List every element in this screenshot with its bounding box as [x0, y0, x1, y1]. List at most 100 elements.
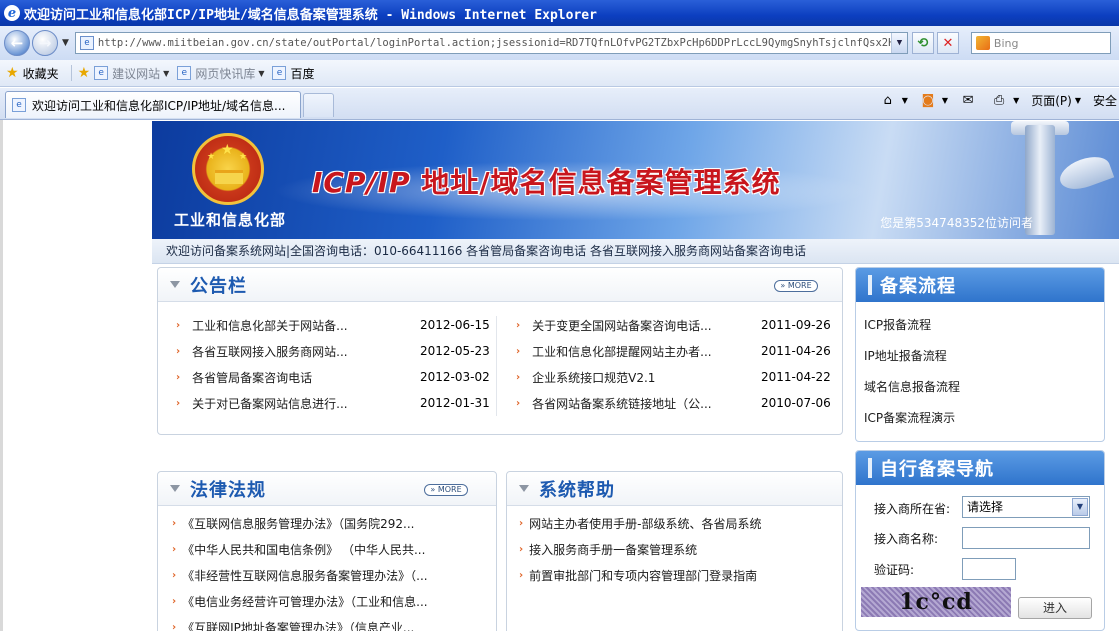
address-bar[interactable]: e http://www.miitbeian.gov.cn/state/outP… [74, 32, 908, 54]
help-link[interactable]: 前置审批部门和专项内容管理部门登录指南 [529, 567, 757, 584]
feeds-button[interactable]: ◙ ▼ [920, 93, 948, 109]
print-button[interactable]: ⎙ ▼ [991, 93, 1019, 109]
list-item[interactable]: › 各省管局备案咨询电话 [176, 364, 312, 390]
help-link[interactable]: 网站主办者使用手册-部级系统、各省局系统 [529, 515, 761, 532]
address-url[interactable]: http://www.miitbeian.gov.cn/state/outPor… [98, 37, 891, 49]
list-item[interactable]: › 《互联网IP地址备案管理办法》（信息产业... [172, 614, 414, 631]
more-button[interactable]: » MORE [424, 484, 468, 496]
provider-name-input[interactable] [962, 527, 1090, 549]
news-title[interactable]: 关于变更全国网站备案咨询电话... [532, 317, 711, 334]
self-filing-panel: 自行备案导航 接入商所在省: 请选择 ▼ 接入商名称: 验证码: 1c°cd 进… [855, 450, 1105, 631]
news-title[interactable]: 各省互联网接入服务商网站... [192, 343, 347, 360]
law-title[interactable]: 《非经营性互联网信息服务备案管理办法》（... [182, 567, 427, 584]
list-item[interactable]: › 《中华人民共和国电信条例》 （中华人民共... [172, 536, 425, 562]
tab-current[interactable]: e 欢迎访问工业和信息化部ICP/IP地址/域名信息... [5, 91, 301, 118]
refresh-button[interactable]: ⟲ [911, 32, 934, 54]
collapse-arrow-icon [170, 485, 180, 492]
announcements-panel: 公告栏 » MORE › 工业和信息化部关于网站备... › 各省互联网接入服务商网… [157, 267, 843, 435]
bullet-icon: › [172, 595, 177, 607]
dropdown-arrow-icon: ▼ [1013, 96, 1020, 105]
list-item[interactable]: › 前置审批部门和专项内容管理部门登录指南 [519, 562, 757, 588]
navigation-bar: ← → ▼ e http://www.miitbeian.gov.cn/stat… [0, 26, 1119, 60]
news-title[interactable]: 关于对已备案网站信息进行... [192, 395, 347, 412]
site-banner: ★ ★ ★ 工业和信息化部 ICP/IP 地址/域名信息备案管理系统 您是第53… [152, 121, 1119, 239]
web-slice-icon: e [177, 66, 192, 80]
dropdown-arrow-icon: ▼ [163, 68, 170, 78]
recent-pages-dropdown[interactable]: ▼ [62, 38, 69, 48]
forward-arrow-icon: → [38, 34, 52, 52]
process-link-ip[interactable]: IP地址报备流程 [864, 347, 947, 364]
favorite-web-slice[interactable]: e 网页快讯库 ▼ [177, 65, 264, 82]
law-title[interactable]: 《互联网IP地址备案管理办法》（信息产业... [182, 619, 414, 631]
captcha-input[interactable] [962, 558, 1016, 580]
bullet-icon: › [172, 621, 177, 631]
list-item[interactable]: › 各省网站备案系统链接地址（公... [516, 390, 712, 416]
page-left-border [0, 120, 3, 631]
favorite-suggested-sites[interactable]: e 建议网站 ▼ [94, 65, 169, 82]
visitor-counter: 您是第534748352位访问者 [880, 216, 1033, 230]
help-link[interactable]: 接入服务商手册一备案管理系统 [529, 541, 697, 558]
mail-button[interactable]: ✉ [960, 93, 979, 109]
news-title[interactable]: 企业系统接口规范V2.1 [532, 369, 655, 386]
province-select[interactable]: 请选择 ▼ [962, 496, 1090, 518]
panel-header: 系统帮助 [507, 472, 842, 506]
enter-button[interactable]: 进入 [1018, 597, 1092, 619]
stop-button[interactable]: ✕ [936, 32, 959, 54]
dropdown-arrow-icon: ▼ [1074, 96, 1081, 105]
process-link-domain[interactable]: 域名信息报备流程 [864, 378, 960, 395]
welcome-bar: 欢迎访问备案系统网站|全国咨询电话：010-66411166 各省管局备案咨询电… [152, 239, 1119, 264]
captcha-image[interactable]: 1c°cd [861, 587, 1011, 617]
process-link-icp[interactable]: ICP报备流程 [864, 316, 931, 333]
tab-title: 欢迎访问工业和信息化部ICP/IP地址/域名信息... [32, 98, 286, 113]
provider-name-label: 接入商名称: [874, 532, 939, 546]
home-button[interactable]: ⌂ ▼ [880, 93, 908, 109]
list-item[interactable]: › 网站主办者使用手册-部级系统、各省局系统 [519, 510, 761, 536]
rss-icon: ◙ [921, 93, 935, 108]
emblem-star: ★ [207, 152, 216, 162]
back-button[interactable]: ← [4, 30, 30, 56]
list-item[interactable]: › 关于变更全国网站备案咨询电话... [516, 312, 712, 338]
bullet-icon: › [176, 319, 181, 331]
ie-logo-icon: e [4, 5, 20, 21]
list-item[interactable]: › 工业和信息化部提醒网站主办者... [516, 338, 712, 364]
national-emblem-icon: ★ ★ ★ [192, 133, 264, 205]
process-link-demo[interactable]: ICP备案流程演示 [864, 409, 955, 426]
add-favorite-icon[interactable]: ★ [78, 65, 91, 81]
refresh-icon: ⟲ [917, 35, 929, 51]
law-title[interactable]: 《互联网信息服务管理办法》（国务院292... [182, 515, 414, 532]
pillar-wing-decoration [1055, 150, 1115, 196]
news-title[interactable]: 各省网站备案系统链接地址（公... [532, 395, 711, 412]
law-title[interactable]: 《电信业务经营许可管理办法》（工业和信息... [182, 593, 427, 610]
news-date: 2010-07-06 [761, 396, 831, 410]
news-title[interactable]: 各省管局备案咨询电话 [192, 369, 312, 386]
list-item[interactable]: › 接入服务商手册一备案管理系统 [519, 536, 697, 562]
process-title: 备案流程 [880, 276, 956, 297]
new-tab-button[interactable] [303, 93, 334, 117]
news-title[interactable]: 工业和信息化部提醒网站主办者... [532, 343, 711, 360]
law-title[interactable]: 《中华人民共和国电信条例》 （中华人民共... [182, 541, 425, 558]
more-button[interactable]: » MORE [774, 280, 818, 292]
page-menu[interactable]: 页面(P) ▼ [1031, 92, 1081, 109]
search-input[interactable]: Bing [970, 32, 1111, 54]
favorites-button[interactable]: ★ 收藏夹 [0, 65, 59, 82]
news-title[interactable]: 工业和信息化部关于网站备... [192, 317, 347, 334]
list-item[interactable]: › 企业系统接口规范V2.1 [516, 364, 655, 390]
news-date: 2012-03-02 [420, 370, 490, 384]
dropdown-arrow-icon: ▼ [901, 96, 908, 105]
chevron-down-icon[interactable]: ▼ [1072, 498, 1088, 516]
list-item[interactable]: › 关于对已备案网站信息进行... [176, 390, 348, 416]
bullet-icon: › [519, 569, 524, 581]
favorite-baidu[interactable]: e 百度 [272, 65, 315, 82]
list-item[interactable]: › 《非经营性互联网信息服务备案管理办法》（... [172, 562, 428, 588]
divider [70, 65, 72, 81]
bullet-icon: › [172, 517, 177, 529]
list-item[interactable]: › 工业和信息化部关于网站备... [176, 312, 348, 338]
safety-menu[interactable]: 安全 [1093, 92, 1117, 109]
forward-button[interactable]: → [32, 30, 58, 56]
list-item[interactable]: › 各省互联网接入服务商网站... [176, 338, 348, 364]
list-item[interactable]: › 《互联网信息服务管理办法》（国务院292... [172, 510, 414, 536]
list-item[interactable]: › 《电信业务经营许可管理办法》（工业和信息... [172, 588, 428, 614]
news-date: 2011-04-26 [761, 344, 831, 358]
dropdown-arrow-icon: ▼ [941, 96, 949, 105]
address-dropdown-icon[interactable]: ▼ [890, 33, 907, 53]
